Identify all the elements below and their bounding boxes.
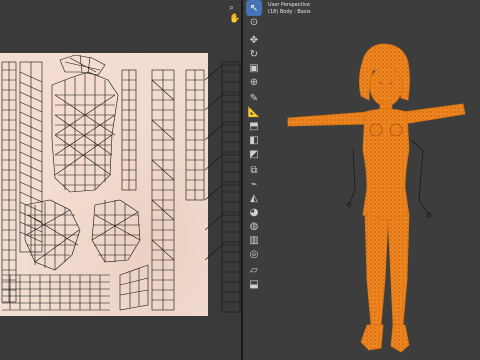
tool-shelf: ↖ ⊙ ✥ ↻ ▣ ⊕ ✎ 📐 ⬒ ◧ ◩ ⧉ ⌁ ◭ ◕ ◍ ▥ ◎ ▱ ⬓ [245,0,263,310]
character-mesh[interactable] [243,0,480,360]
object-info-label: (18) Body : Basis [268,9,311,15]
rip-tool-icon[interactable]: ⬓ [246,276,262,292]
uv-editor-panel[interactable]: ⌕ ✋ [0,0,241,360]
bevel-tool-icon[interactable]: ◩ [246,146,262,162]
uv-mesh-overlay[interactable] [0,0,241,360]
cursor-tool-icon[interactable]: ⊙ [246,14,262,30]
view-name-label: User Perspective [268,2,310,8]
shrink-tool-icon[interactable]: ◎ [246,246,262,262]
transform-tool-icon[interactable]: ⊕ [246,74,262,90]
3d-viewport[interactable] [243,0,480,360]
